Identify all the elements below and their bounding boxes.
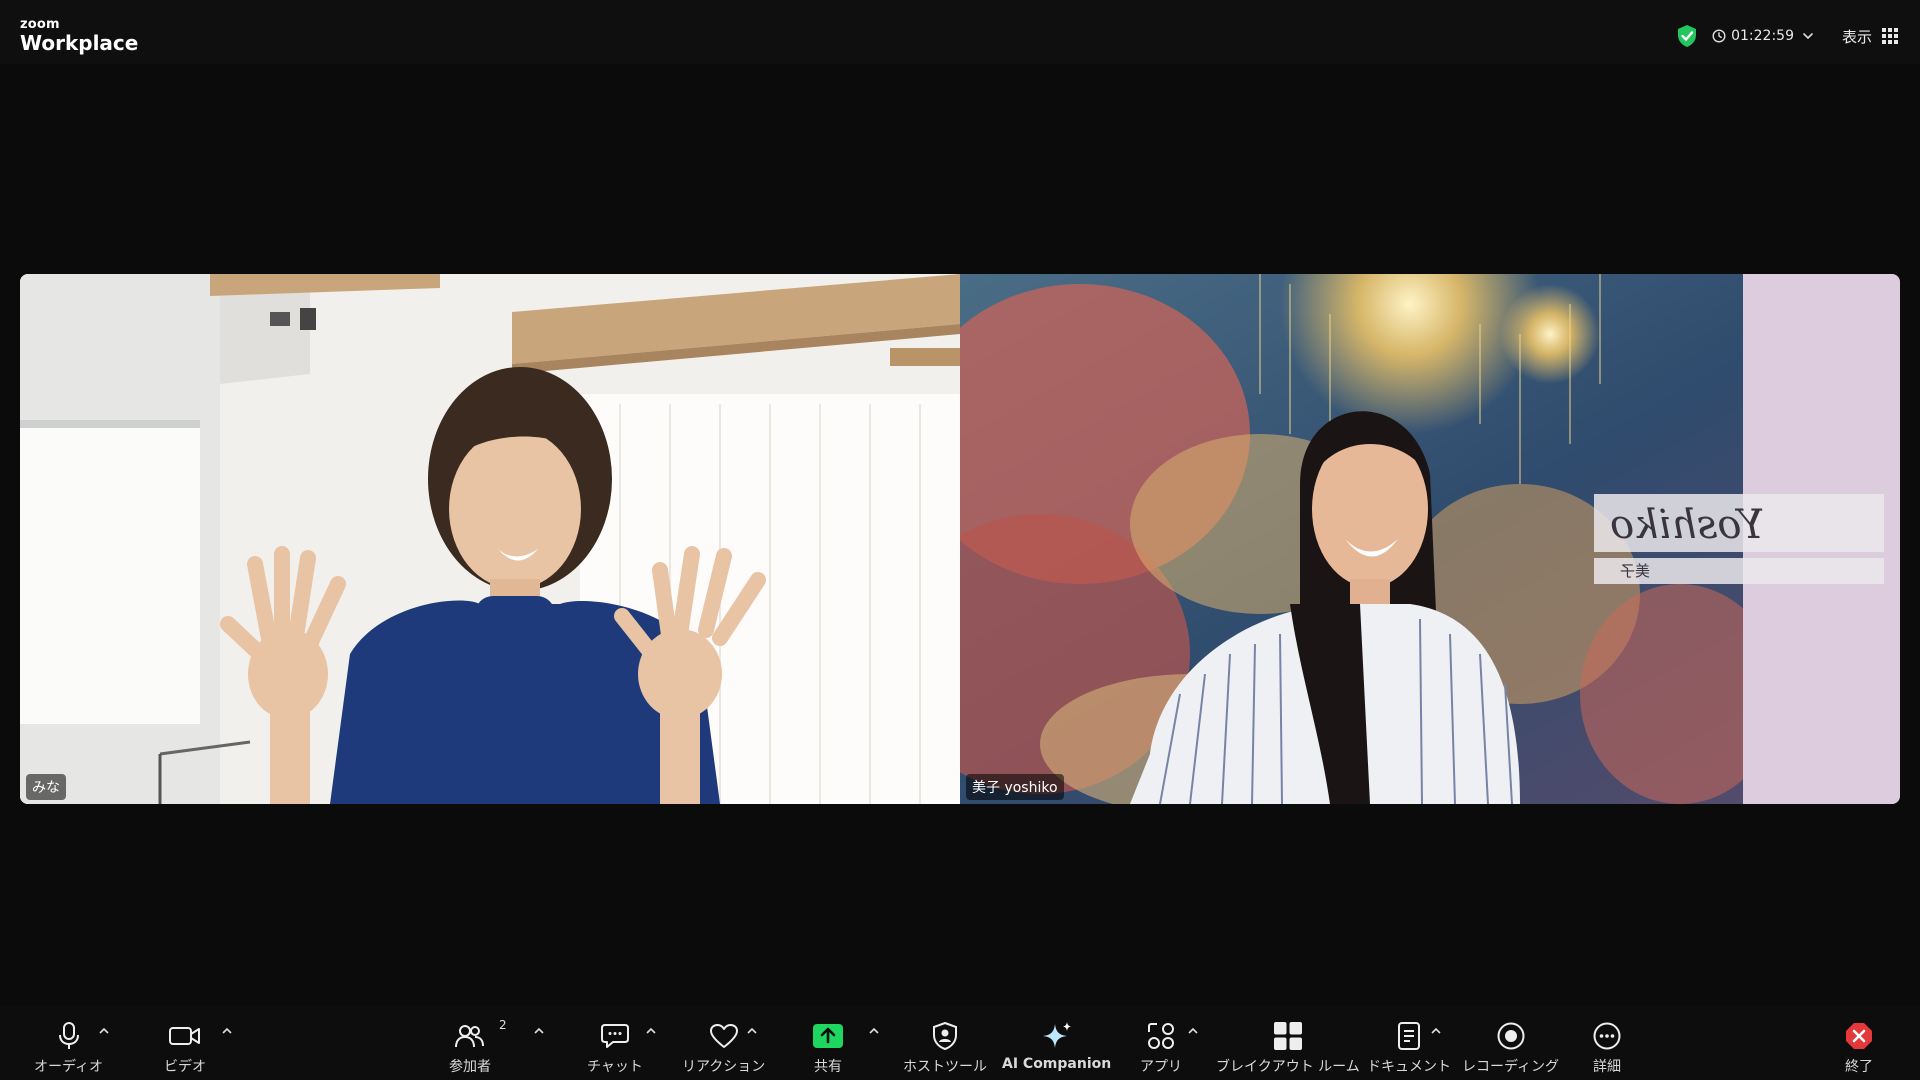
- clock-icon: [1712, 29, 1726, 43]
- video-camera-icon: [169, 1027, 200, 1045]
- end-meeting-icon: [1846, 1023, 1872, 1049]
- ai-companion-label: AI Companion: [1002, 1056, 1112, 1072]
- end-meeting-button[interactable]: 終了: [1844, 1020, 1874, 1076]
- microphone-icon: [58, 1022, 79, 1049]
- video-tile-participant-1[interactable]: みな: [20, 274, 960, 804]
- host-tools-shield-icon: [933, 1022, 957, 1050]
- participants-label: 参加者: [449, 1059, 491, 1075]
- background-subtitle-text: 美子: [1620, 562, 1651, 580]
- more-ellipsis-icon: [1593, 1022, 1621, 1050]
- video-options-caret-icon[interactable]: [221, 1026, 233, 1036]
- breakout-rooms-label: ブレイクアウト ルーム: [1216, 1059, 1360, 1075]
- breakout-rooms-icon: [1273, 1022, 1302, 1050]
- logo-workplace-text: Workplace: [20, 31, 139, 55]
- share-screen-icon: [813, 1024, 843, 1048]
- participants-options-caret-icon[interactable]: [533, 1026, 545, 1036]
- recording-button[interactable]: レコーディング: [1462, 1020, 1559, 1076]
- docs-options-caret-icon[interactable]: [1430, 1026, 1442, 1036]
- video-button[interactable]: ビデオ: [164, 1020, 206, 1076]
- chat-button[interactable]: チャット: [587, 1020, 643, 1076]
- host-tools-button[interactable]: ホストツール: [903, 1020, 987, 1076]
- ai-companion-button[interactable]: AI Companion: [1002, 1020, 1111, 1072]
- view-button[interactable]: 表示: [1842, 26, 1872, 47]
- share-label: 共有: [814, 1059, 842, 1075]
- audio-options-caret-icon[interactable]: [98, 1026, 110, 1036]
- chat-label: チャット: [587, 1059, 643, 1075]
- share-button[interactable]: 共有: [812, 1020, 844, 1076]
- video-label: ビデオ: [164, 1059, 206, 1075]
- logo-zoom-text: zoom: [20, 17, 60, 32]
- heart-icon: [709, 1024, 738, 1048]
- document-icon: [1398, 1022, 1420, 1050]
- video-feed-image: [20, 274, 960, 804]
- participant-name-tag: 美子 yoshiko: [966, 774, 1064, 800]
- video-tile-participant-2[interactable]: Yoshiko 美子 美子 yoshiko: [960, 274, 1900, 804]
- participants-icon: [455, 1025, 484, 1048]
- ai-sparkle-icon: [1042, 1022, 1071, 1048]
- apps-icon: [1148, 1023, 1174, 1049]
- meeting-timer: 01:22:59: [1731, 28, 1794, 44]
- apps-options-caret-icon[interactable]: [1187, 1026, 1199, 1036]
- shield-check-icon[interactable]: [1676, 24, 1698, 48]
- participants-button[interactable]: 2 参加者: [449, 1018, 507, 1076]
- app-logo: zoom Workplace: [20, 18, 138, 53]
- participants-count: 2: [499, 1018, 507, 1032]
- apps-label: アプリ: [1140, 1059, 1182, 1075]
- chat-options-caret-icon[interactable]: [645, 1026, 657, 1036]
- end-meeting-label: 終了: [1845, 1059, 1873, 1075]
- meeting-info: 01:22:59 表示: [1676, 22, 1898, 50]
- recording-label: レコーディング: [1462, 1059, 1560, 1075]
- background-signature-text: Yoshiko: [1610, 502, 1765, 548]
- audio-label: オーディオ: [34, 1059, 104, 1075]
- meeting-toolbar: オーディオ ビデオ 2 参加者 チャット リアクション 共有 ホストツール AI…: [0, 1006, 1920, 1080]
- audio-button[interactable]: オーディオ: [34, 1020, 103, 1076]
- chat-bubble-icon: [600, 1024, 629, 1048]
- top-bar: zoom Workplace 01:22:59 表示: [0, 0, 1920, 64]
- more-button[interactable]: 詳細: [1592, 1020, 1622, 1076]
- participant-name-tag: みな: [26, 774, 66, 800]
- apps-button[interactable]: アプリ: [1140, 1020, 1182, 1076]
- breakout-rooms-button[interactable]: ブレイクアウト ルーム: [1216, 1020, 1360, 1076]
- reactions-options-caret-icon[interactable]: [746, 1026, 758, 1036]
- docs-label: ドキュメント: [1367, 1059, 1451, 1075]
- host-tools-label: ホストツール: [903, 1059, 987, 1075]
- share-options-caret-icon[interactable]: [868, 1026, 880, 1036]
- record-icon: [1497, 1022, 1525, 1050]
- more-label: 詳細: [1593, 1059, 1621, 1075]
- reactions-label: リアクション: [682, 1059, 766, 1075]
- chevron-down-icon[interactable]: [1802, 30, 1814, 42]
- grid-icon[interactable]: [1882, 28, 1898, 44]
